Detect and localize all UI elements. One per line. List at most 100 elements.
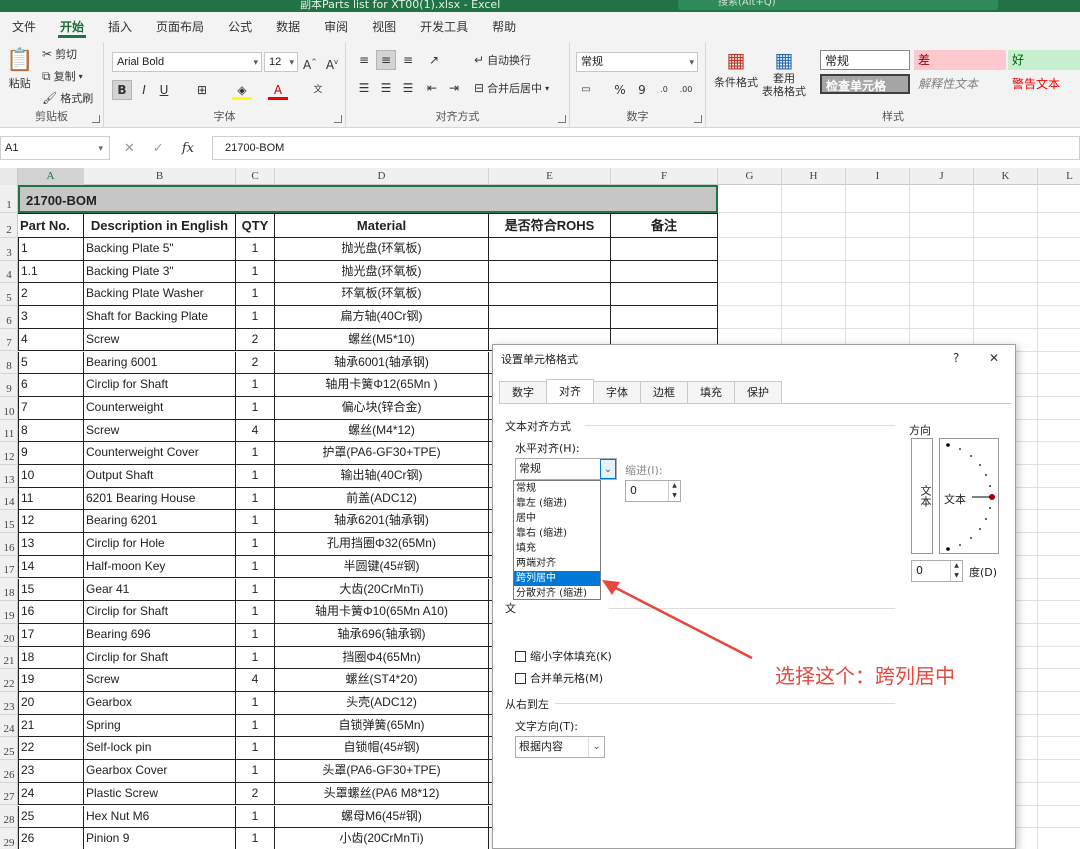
table-cell[interactable]: 22 [18,737,84,761]
table-cell[interactable]: Half-moon Key [84,555,236,579]
table-cell[interactable]: Gear 41 [84,578,236,602]
row-header[interactable]: 28 [0,806,18,829]
border-icon[interactable]: ⊞ [192,80,212,100]
row-header[interactable]: 25 [0,737,18,761]
table-cell[interactable]: 18 [18,646,84,670]
comma-button[interactable]: 9 [632,80,652,100]
number-format-combo[interactable]: 常规 ▾ [576,52,698,72]
table-cell[interactable]: 轴用卡簧Φ12(65Mn ) [275,374,489,397]
column-title-cell[interactable]: 备注 [611,213,718,238]
row-header[interactable]: 6 [0,306,18,329]
fill-color-icon[interactable]: ◈ [232,80,252,100]
table-cell[interactable]: 1 [18,238,84,261]
table-cell[interactable]: Hex Nut M6 [84,805,236,829]
increase-indent-icon[interactable]: ⇥ [444,78,464,98]
paste-button[interactable]: 📋 粘贴 [6,48,33,91]
text-direction-select[interactable]: 根据内容 ⌄ [515,736,605,758]
table-cell[interactable]: 头壳(ADC12) [275,692,489,715]
table-cell[interactable]: 螺丝(M5*10) [275,328,489,352]
table-cell[interactable]: Bearing 696 [84,623,236,647]
table-cell[interactable]: 螺母M6(45#钢) [275,805,489,829]
table-cell[interactable]: 4 [236,419,275,443]
table-cell[interactable]: 1 [236,533,275,556]
table-cell[interactable]: 1 [236,760,275,783]
align-top-icon[interactable]: ≡ [354,50,374,70]
table-cell[interactable]: 自锁弹簧(65Mn) [275,714,489,738]
font-launcher-icon[interactable] [334,115,342,123]
table-cell[interactable]: 8 [18,419,84,443]
search-box[interactable]: 搜索(Alt+Q) [678,0,998,10]
table-cell[interactable]: 环氧板(环氧板) [275,283,489,307]
table-cell[interactable]: 抛光盘(环氧板) [275,238,489,261]
row-header[interactable]: 19 [0,601,18,624]
decrease-indent-icon[interactable]: ⇤ [422,78,442,98]
font-size-combo[interactable]: 12 ▾ [264,52,298,72]
align-right-icon[interactable]: ☰ [398,78,418,98]
table-cell[interactable]: Plastic Screw [84,782,236,806]
tab-alignment[interactable]: 对齐 [546,379,594,403]
table-cell[interactable]: 21 [18,714,84,738]
tab-data[interactable]: 数据 [264,12,312,42]
phonetic-icon[interactable]: 文 [308,80,328,100]
column-header-c[interactable]: C [236,168,275,185]
table-cell[interactable]: 15 [18,578,84,602]
table-cell[interactable] [489,260,611,284]
table-cell[interactable]: 5 [18,351,84,375]
table-cell[interactable]: 10 [18,465,84,488]
tab-file[interactable]: 文件 [0,12,48,42]
table-cell[interactable]: 偏心块(锌合金) [275,396,489,420]
table-cell[interactable]: 轴承6201(轴承钢) [275,510,489,534]
vertical-text-button[interactable]: 文本 [911,438,933,554]
style-check-cell[interactable]: 检查单元格 [820,74,910,94]
chevron-down-icon[interactable]: ⌄ [588,737,604,757]
table-cell[interactable]: 1 [236,646,275,670]
currency-icon[interactable]: ▭ [576,80,596,100]
decrease-decimal-icon[interactable]: .00 [676,80,696,100]
grow-font-icon[interactable]: A^ [300,52,320,72]
table-cell[interactable]: 23 [18,760,84,783]
table-cell[interactable] [489,283,611,307]
row-header[interactable]: 11 [0,420,18,443]
table-cell[interactable]: 1 [236,306,275,329]
column-header-b[interactable]: B [84,168,236,185]
dropdown-option[interactable]: 分散对齐 (缩进) [514,586,600,601]
table-cell[interactable]: 1 [236,805,275,829]
table-cell[interactable] [489,238,611,261]
table-cell[interactable]: 1 [236,692,275,715]
table-cell[interactable]: 挡圈Φ4(65Mn) [275,646,489,670]
table-cell[interactable]: 25 [18,805,84,829]
sheet-title-cell[interactable]: 21700-BOM [18,185,718,213]
tab-review[interactable]: 审阅 [312,12,360,42]
table-cell[interactable]: 1 [236,260,275,284]
table-cell[interactable]: 20 [18,692,84,715]
column-title-cell[interactable]: QTY [236,213,275,238]
row-header[interactable]: 22 [0,669,18,692]
table-cell[interactable]: 6 [18,374,84,397]
format-painter-button[interactable]: 🖌 格式刷 [42,90,93,106]
tab-help[interactable]: 帮助 [480,12,528,42]
table-cell[interactable]: 1.1 [18,260,84,284]
table-cell[interactable]: 轴承6001(轴承钢) [275,351,489,375]
row-header[interactable]: 1 [0,185,18,213]
table-cell[interactable]: 1 [236,396,275,420]
tab-protection[interactable]: 保护 [734,381,782,403]
align-bottom-icon[interactable]: ≡ [398,50,418,70]
dropdown-option[interactable]: 靠左 (缩进) [514,496,600,511]
table-cell[interactable]: 1 [236,601,275,624]
row-header[interactable]: 14 [0,488,18,511]
table-cell[interactable]: 轴承696(轴承钢) [275,623,489,647]
dropdown-option[interactable]: 跨列居中 [514,571,600,586]
select-all-corner[interactable] [0,168,18,185]
table-cell[interactable]: 螺丝(M4*12) [275,419,489,443]
dropdown-option[interactable]: 填充 [514,541,600,556]
table-cell[interactable]: 24 [18,782,84,806]
tab-number[interactable]: 数字 [499,381,547,403]
table-cell[interactable] [611,306,718,329]
table-cell[interactable]: 抛光盘(环氧板) [275,260,489,284]
row-header[interactable]: 21 [0,647,18,670]
number-launcher-icon[interactable] [694,115,702,123]
table-cell[interactable]: 14 [18,555,84,579]
table-cell[interactable]: 11 [18,487,84,511]
table-cell[interactable]: 13 [18,533,84,556]
tab-home[interactable]: 开始 [48,12,96,42]
